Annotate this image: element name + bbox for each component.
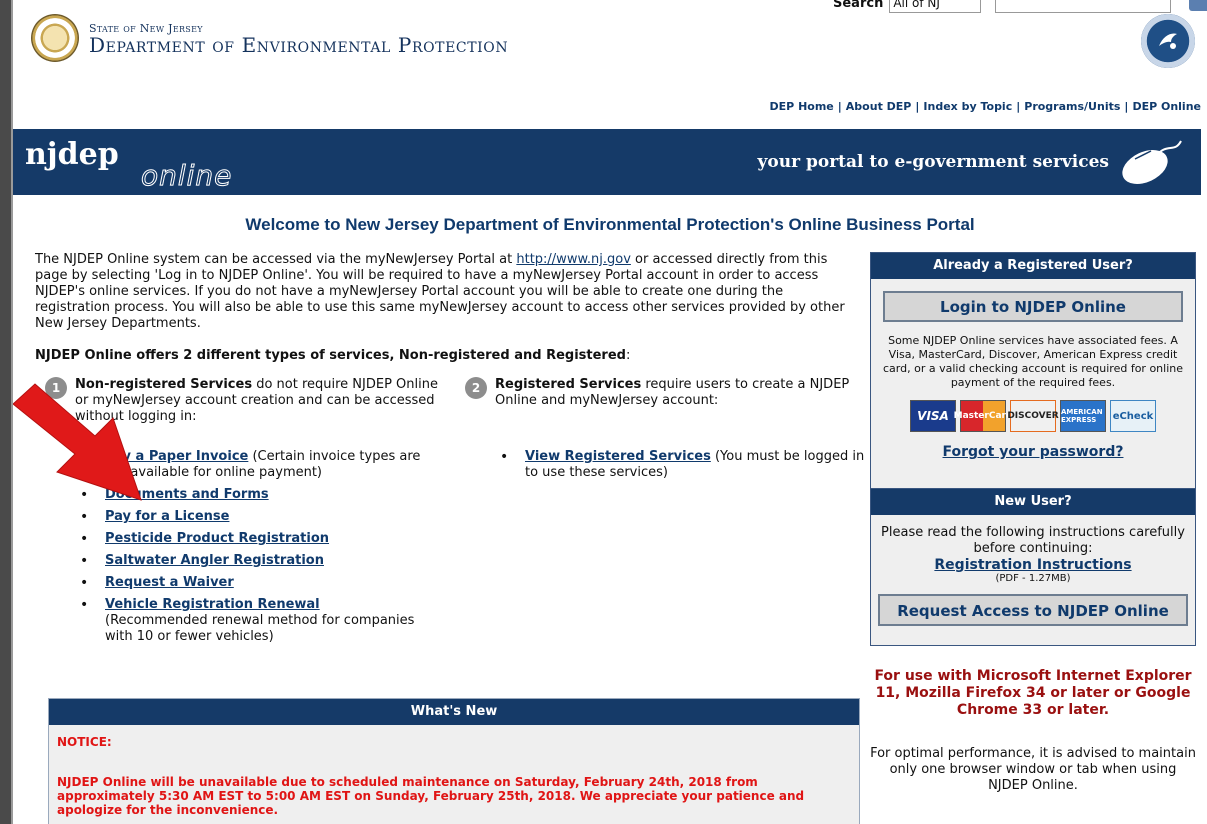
- nj-state-seal-icon: [31, 14, 79, 62]
- list-item: Pay a Paper Invoice (Certain invoice typ…: [75, 449, 445, 481]
- nj-gov-link[interactable]: http://www.nj.gov: [516, 252, 631, 267]
- notice-title: NOTICE:: [57, 735, 112, 749]
- optimal-performance-note: For optimal performance, it is advised t…: [870, 746, 1196, 793]
- number-2-badge: 2: [465, 377, 487, 399]
- nav-dep-online[interactable]: DEP Online: [1132, 100, 1201, 113]
- echeck-icon: eCheck: [1110, 400, 1156, 432]
- nav-dep-home[interactable]: DEP Home: [770, 100, 834, 113]
- whats-new-panel: What's New NOTICE: NJDEP Online will be …: [48, 698, 860, 824]
- welcome-heading: Welcome to New Jersey Department of Envi…: [245, 215, 975, 234]
- registered-description: Registered Services require users to cre…: [495, 377, 865, 409]
- search-go-button[interactable]: [1189, 0, 1207, 11]
- pdf-size-note: (PDF - 1.27MB): [995, 573, 1071, 584]
- search-scope-select[interactable]: All of NJ: [889, 0, 982, 13]
- pesticide-registration-link[interactable]: Pesticide Product Registration: [105, 531, 329, 546]
- registration-instructions-link[interactable]: Registration Instructions: [871, 557, 1195, 573]
- new-user-instructions-text: Please read the following instructions c…: [881, 525, 1185, 556]
- whats-new-title: What's New: [49, 699, 859, 725]
- forgot-password-link[interactable]: Forgot your password?: [871, 444, 1195, 460]
- intro-paragraph: The NJDEP Online system can be accessed …: [35, 252, 861, 332]
- dep-logo-icon: [1141, 14, 1195, 68]
- registered-title: Registered Services: [495, 377, 642, 392]
- search-bar: Search All of NJ: [833, 0, 1207, 13]
- pay-for-license-link[interactable]: Pay for a License: [105, 509, 229, 524]
- services-summary: NJDEP Online offers 2 different types of…: [35, 348, 861, 363]
- list-item: Request a Waiver: [75, 575, 445, 591]
- browser-requirements: For use with Microsoft Internet Explorer…: [874, 668, 1192, 718]
- visa-card-icon: VISA: [910, 400, 956, 432]
- new-user-panel: New User? Please read the following inst…: [870, 488, 1196, 646]
- vehicle-registration-link[interactable]: Vehicle Registration Renewal: [105, 597, 320, 612]
- request-access-button[interactable]: Request Access to NJDEP Online: [878, 594, 1188, 626]
- intro-text-before: The NJDEP Online system can be accessed …: [35, 252, 517, 267]
- page: Search All of NJ State of New Jersey Dep…: [11, 0, 1207, 824]
- documents-and-forms-link[interactable]: Documents and Forms: [105, 487, 269, 502]
- request-waiver-link[interactable]: Request a Waiver: [105, 575, 234, 590]
- list-item: Vehicle Registration Renewal (Recommende…: [75, 597, 445, 645]
- services-summary-lead: NJDEP Online offers 2 different types of…: [35, 348, 626, 363]
- search-label: Search: [833, 0, 884, 11]
- mastercard-card-icon: MasterCard: [954, 400, 1012, 432]
- non-registered-services: 1 Non-registered Services do not require…: [45, 377, 445, 651]
- bird-icon: [1159, 33, 1177, 49]
- nav-programs-units[interactable]: Programs/Units: [1024, 100, 1120, 113]
- agency-title: State of New Jersey Department of Enviro…: [89, 22, 508, 57]
- list-item: View Registered Services (You must be lo…: [495, 449, 865, 481]
- list-item: Pay for a License: [75, 509, 445, 525]
- list-item: Saltwater Angler Registration: [75, 553, 445, 569]
- department-name: Department of Environmental Protection: [89, 33, 509, 57]
- pay-paper-invoice-link[interactable]: Pay a Paper Invoice: [105, 449, 248, 464]
- service-columns: 1 Non-registered Services do not require…: [35, 377, 864, 667]
- discover-card-icon: DISCOVER: [1007, 400, 1059, 432]
- non-registered-title: Non-registered Services: [75, 377, 253, 392]
- registered-user-panel: Already a Registered User? Login to NJDE…: [870, 252, 1196, 513]
- fees-notice: Some NJDEP Online services have associat…: [883, 334, 1183, 389]
- main-content: The NJDEP Online system can be accessed …: [35, 252, 864, 667]
- nav-index-by-topic[interactable]: Index by Topic: [923, 100, 1012, 113]
- login-button[interactable]: Login to NJDEP Online: [883, 291, 1183, 322]
- item-note: (Recommended renewal method for companie…: [105, 613, 415, 644]
- njdep-online-banner: njdep online your portal to e-government…: [13, 129, 1201, 195]
- new-user-title: New User?: [871, 489, 1195, 515]
- list-item: Pesticide Product Registration: [75, 531, 445, 547]
- registered-user-title: Already a Registered User?: [871, 253, 1195, 279]
- payment-cards: VISA MasterCard DISCOVER AMERICAN EXPRES…: [871, 400, 1195, 432]
- non-registered-description: Non-registered Services do not require N…: [75, 377, 445, 425]
- services-summary-tail: :: [625, 348, 631, 363]
- registered-list: View Registered Services (You must be lo…: [495, 449, 865, 481]
- top-navigation: DEP Home | About DEP | Index by Topic | Progra…: [769, 100, 1201, 113]
- search-input[interactable]: [995, 0, 1172, 13]
- notice-text: NJDEP Online will be unavailable due to …: [57, 775, 805, 817]
- computer-mouse-icon: [1122, 140, 1182, 184]
- number-1-badge: 1: [45, 377, 67, 399]
- list-item: Documents and Forms: [75, 487, 445, 503]
- registered-services: 2 Registered Services require users to c…: [465, 377, 865, 487]
- banner-tagline: your portal to e-government services: [757, 152, 1109, 172]
- nav-about-dep[interactable]: About DEP: [846, 100, 912, 113]
- amex-card-icon: AMERICAN EXPRESS: [1060, 400, 1106, 432]
- saltwater-angler-link[interactable]: Saltwater Angler Registration: [105, 553, 324, 568]
- view-registered-services-link[interactable]: View Registered Services: [525, 449, 711, 464]
- banner-brand: njdep: [25, 137, 119, 172]
- banner-brand-suffix: online: [140, 159, 233, 193]
- non-registered-list: Pay a Paper Invoice (Certain invoice typ…: [75, 449, 445, 645]
